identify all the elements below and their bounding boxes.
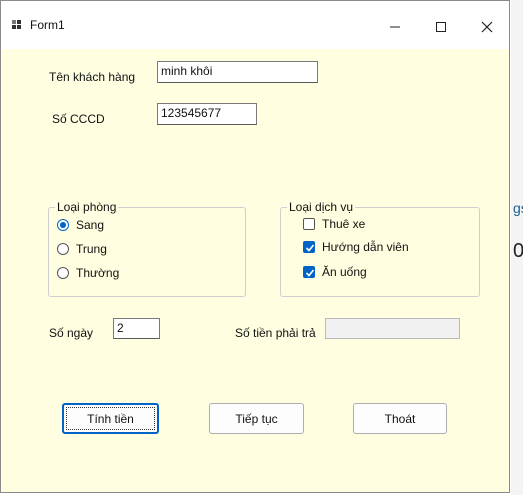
calculate-button[interactable]: Tính tiền bbox=[62, 403, 159, 434]
window-title: Form1 bbox=[30, 18, 65, 32]
service-type-group: Loại dịch vụ Thuê xe Hướng dẫn viên Ăn u… bbox=[280, 200, 480, 297]
service-option-huong-dan-vien[interactable]: Hướng dẫn viên bbox=[303, 238, 409, 256]
checkbox-icon bbox=[303, 218, 315, 230]
checkbox-checked-icon bbox=[303, 266, 315, 278]
close-button[interactable] bbox=[467, 13, 507, 41]
amount-field[interactable] bbox=[325, 318, 460, 339]
service-option-label: Hướng dẫn viên bbox=[322, 240, 409, 254]
background-text: gs bbox=[513, 200, 523, 216]
radio-selected-icon bbox=[57, 219, 69, 231]
minimize-icon bbox=[390, 26, 400, 28]
room-type-title: Loại phòng bbox=[55, 200, 119, 214]
cccd-field[interactable]: 123545677 bbox=[157, 103, 257, 125]
service-option-label: Thuê xe bbox=[322, 217, 366, 231]
days-field[interactable]: 2 bbox=[113, 318, 160, 339]
service-option-thue-xe[interactable]: Thuê xe bbox=[303, 215, 365, 233]
service-option-an-uong[interactable]: Ăn uống bbox=[303, 263, 367, 281]
background-text: 0x bbox=[513, 240, 523, 262]
continue-button[interactable]: Tiếp tục bbox=[209, 403, 304, 434]
customer-name-label: Tên khách hàng bbox=[49, 70, 136, 84]
form-window: Form1 Tên khách hàng minh khôi Số CCCD 1… bbox=[0, 0, 510, 493]
room-option-label: Sang bbox=[76, 218, 105, 232]
minimize-button[interactable] bbox=[375, 13, 415, 41]
cccd-label: Số CCCD bbox=[52, 112, 105, 126]
customer-name-field[interactable]: minh khôi bbox=[157, 61, 318, 83]
amount-label: Số tiền phải trả bbox=[235, 326, 316, 340]
maximize-button[interactable] bbox=[421, 13, 461, 41]
service-option-label: Ăn uống bbox=[322, 265, 367, 279]
room-option-trung[interactable]: Trung bbox=[57, 240, 107, 258]
background-app: gs 0x bbox=[511, 0, 523, 495]
exit-button[interactable]: Thoát bbox=[353, 403, 447, 434]
room-type-group: Loại phòng Sang Trung Thường bbox=[48, 200, 246, 297]
days-label: Số ngày bbox=[49, 326, 94, 340]
room-option-label: Trung bbox=[76, 242, 107, 256]
radio-icon bbox=[57, 267, 69, 279]
room-option-thuong[interactable]: Thường bbox=[57, 264, 119, 282]
app-icon bbox=[12, 20, 22, 30]
room-option-label: Thường bbox=[76, 266, 120, 280]
radio-icon bbox=[57, 243, 69, 255]
title-bar[interactable]: Form1 bbox=[1, 1, 509, 49]
room-option-sang[interactable]: Sang bbox=[57, 216, 104, 234]
checkbox-checked-icon bbox=[303, 241, 315, 253]
service-type-title: Loại dịch vụ bbox=[287, 200, 356, 214]
maximize-icon bbox=[436, 22, 446, 32]
close-icon bbox=[481, 21, 493, 33]
